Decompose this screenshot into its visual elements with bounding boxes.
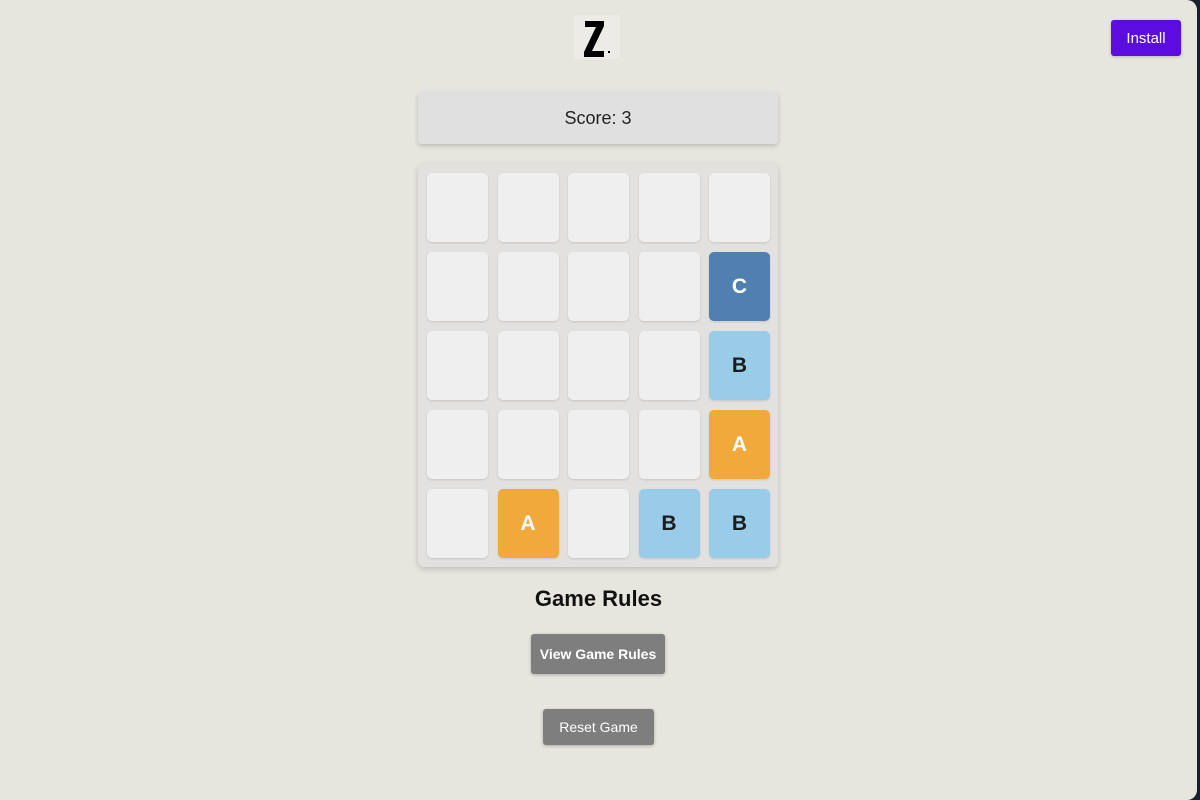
score-label: Score: 3 [564, 107, 632, 128]
tile-grid: CBAABB [427, 173, 770, 558]
empty-tile[interactable] [638, 252, 700, 321]
view-game-rules-button[interactable]: View Game Rules [531, 634, 665, 674]
empty-tile[interactable] [497, 252, 559, 321]
install-button[interactable]: Install [1111, 20, 1181, 56]
empty-tile[interactable] [427, 410, 488, 479]
reset-game-button[interactable]: Reset Game [543, 709, 654, 745]
empty-tile[interactable] [638, 331, 700, 400]
z-logo-icon [574, 15, 620, 59]
empty-tile[interactable] [638, 173, 700, 242]
empty-tile[interactable] [709, 173, 770, 242]
empty-tile[interactable] [497, 173, 559, 242]
tile-b[interactable]: B [709, 489, 770, 558]
empty-tile[interactable] [568, 173, 629, 242]
empty-tile[interactable] [568, 410, 629, 479]
empty-tile[interactable] [427, 252, 488, 321]
empty-tile[interactable] [568, 252, 629, 321]
empty-tile[interactable] [497, 331, 559, 400]
empty-tile[interactable] [427, 489, 488, 558]
empty-tile[interactable] [427, 331, 488, 400]
empty-tile[interactable] [427, 173, 488, 242]
tile-b[interactable]: B [709, 331, 770, 400]
tile-a[interactable]: A [497, 489, 559, 558]
score-display: Score: 3 [418, 92, 778, 144]
game-board: CBAABB [418, 164, 778, 567]
tile-a[interactable]: A [709, 410, 770, 479]
empty-tile[interactable] [638, 410, 700, 479]
game-rules-heading: Game Rules [534, 586, 663, 611]
tile-c[interactable]: C [709, 252, 770, 321]
tile-b[interactable]: B [638, 489, 700, 558]
empty-tile[interactable] [497, 410, 559, 479]
empty-tile[interactable] [568, 331, 629, 400]
empty-tile[interactable] [568, 489, 629, 558]
game-app: Install Score: 3 CBAABB Game Rules View … [0, 0, 1197, 800]
